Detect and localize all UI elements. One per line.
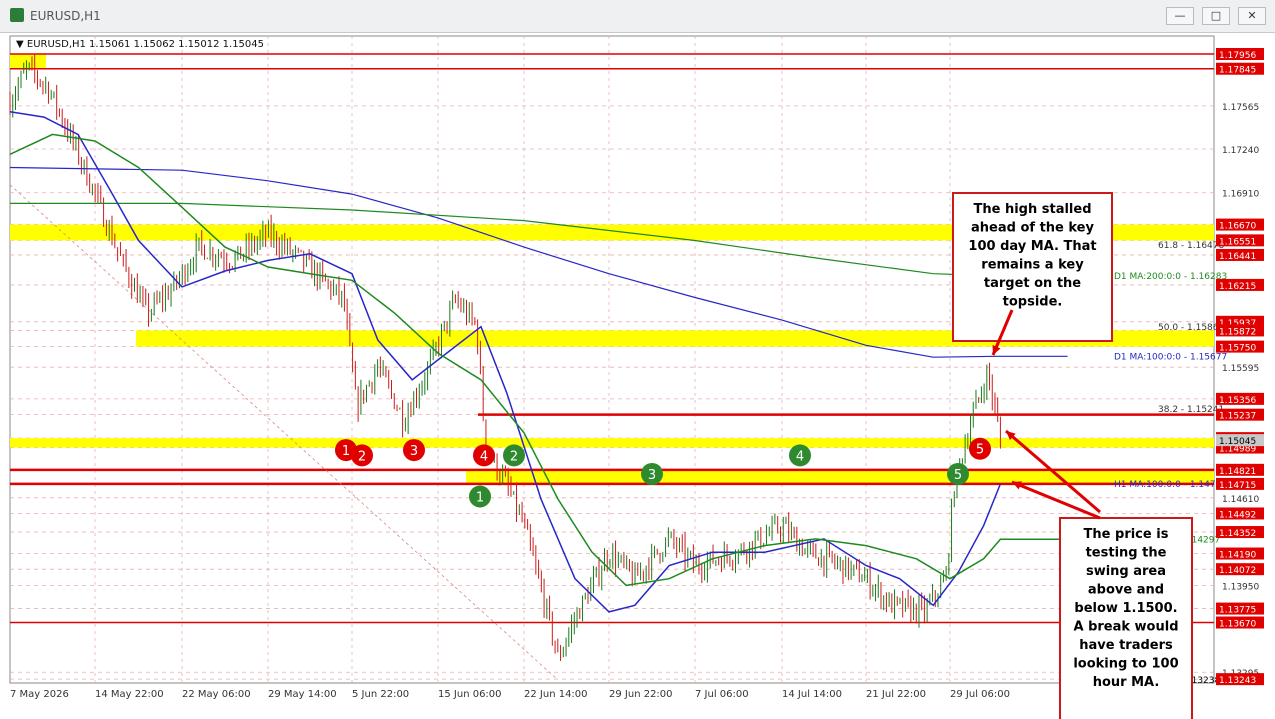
marker-number: 3 [648, 468, 656, 483]
price-axis-label: 1.16551 [1219, 237, 1256, 247]
swing-marker-green-4: 4 [789, 444, 811, 467]
annotation-bottom-line: have traders [1079, 638, 1173, 653]
price-axis-label: 1.17956 [1219, 51, 1256, 61]
symbol-info: ▼ EURUSD,H1 1.15061 1.15062 1.15012 1.15… [16, 39, 264, 50]
support-resistance-zone [10, 54, 46, 69]
time-axis-label: 29 Jul 06:00 [950, 689, 1010, 700]
annotation-top-line: 100 day MA. That [968, 239, 1096, 254]
annotation-top-line: remains a key [981, 258, 1084, 273]
price-axis-label: 1.13775 [1219, 606, 1256, 616]
swing-marker-red-5: 5 [969, 437, 991, 460]
support-resistance-zone [466, 469, 1214, 484]
ma-value-label: D1 MA:100:0:0 - 1.15677 [1114, 352, 1227, 362]
swing-marker-green-2: 2 [503, 444, 525, 467]
time-axis-label: 29 May 14:00 [268, 689, 337, 700]
swing-marker-green-3: 3 [641, 462, 663, 485]
window-titlebar: EURUSD,H1 — □ ✕ [0, 0, 1275, 33]
price-axis-label: 1.14610 [1222, 495, 1259, 505]
marker-number: 4 [796, 449, 804, 464]
price-axis-label: 1.13670 [1219, 620, 1256, 630]
swing-marker-green-5: 5 [947, 462, 969, 485]
price-axis-label: 1.16441 [1219, 252, 1256, 262]
annotation-top-line: target on the [984, 276, 1081, 291]
marker-number: 1 [476, 490, 484, 505]
marker-number: 3 [410, 444, 418, 459]
marker-number: 4 [480, 449, 488, 464]
marker-number: 5 [976, 443, 984, 458]
price-axis-label: 1.16670 [1219, 222, 1256, 232]
price-axis-label: 1.16215 [1219, 282, 1256, 292]
time-axis-label: 21 Jul 22:00 [866, 689, 926, 700]
annotation-bottom-line: hour MA. [1093, 675, 1160, 690]
price-axis-label: 1.14821 [1219, 467, 1256, 477]
plot-area [9, 35, 1215, 684]
annotation-bottom-line: The price is [1084, 527, 1169, 542]
fib-level-label: 50.0 - 1.15860 [1158, 323, 1224, 333]
price-axis-label: 1.13243 [1219, 676, 1256, 686]
price-axis-label: 1.15750 [1219, 344, 1256, 354]
price-axis-label: 1.14190 [1219, 551, 1256, 561]
price-axis-label: 1.15356 [1219, 396, 1256, 406]
minimize-icon[interactable]: — [1166, 7, 1194, 25]
time-axis-label: 15 Jun 06:00 [438, 689, 502, 700]
price-axis-label: 1.14352 [1219, 529, 1256, 539]
price-axis-label: 1.16910 [1222, 190, 1259, 200]
price-chart[interactable]: 61.8 - 1.16478 50.0 - 1.15860 38.2 - 1.152… [0, 32, 1275, 719]
swing-marker-red-2: 2 [351, 444, 373, 467]
ma-value-label: D1 MA:200:0:0 - 1.16283 [1114, 272, 1227, 282]
marker-number: 5 [954, 468, 962, 483]
marker-number: 1 [342, 444, 350, 459]
swing-marker-red-4: 4 [473, 444, 495, 467]
close-icon[interactable]: ✕ [1238, 7, 1266, 25]
price-axis-label: 1.15237 [1219, 412, 1256, 422]
annotation-bottom-line: below 1.1500. [1074, 601, 1177, 616]
time-axis-label: 7 May 2026 [10, 689, 69, 700]
swing-marker-green-1: 1 [469, 485, 491, 508]
maximize-icon[interactable]: □ [1202, 7, 1230, 25]
time-axis-label: 22 May 06:00 [182, 689, 251, 700]
price-axis-label: 1.15595 [1222, 364, 1259, 374]
swing-marker-red-3: 3 [403, 439, 425, 462]
annotation-top-line: topside. [1003, 295, 1063, 310]
time-axis-label: 14 Jul 14:00 [782, 689, 842, 700]
window-title: EURUSD,H1 [30, 9, 101, 23]
fib-level-label: 38.2 - 1.15241 [1158, 405, 1224, 415]
price-axis-label: 1.14492 [1219, 510, 1256, 520]
annotation-bottom-line: A break would [1073, 620, 1178, 635]
support-resistance-zone [10, 438, 1214, 448]
marker-number: 2 [358, 449, 366, 464]
ma-value-label: H1 MA:100:0:0 - 1.14715 [1114, 480, 1227, 490]
annotation-bottom-line: testing the [1086, 546, 1167, 561]
time-axis-label: 5 Jun 22:00 [352, 689, 409, 700]
price-axis-label: 1.17845 [1219, 66, 1256, 76]
annotation-top-line: ahead of the key [971, 221, 1094, 236]
price-axis-label: 1.17240 [1222, 146, 1259, 156]
annotation-top-line: The high stalled [973, 202, 1091, 217]
price-axis-label: 1.13950 [1222, 582, 1259, 592]
annotation-bottom-line: above and [1088, 583, 1164, 598]
annotation-bottom-line: looking to 100 [1073, 657, 1178, 672]
time-axis-label: 29 Jun 22:00 [609, 689, 673, 700]
time-axis-label: 14 May 22:00 [95, 689, 164, 700]
time-axis-label: 22 Jun 14:00 [524, 689, 588, 700]
chart-window-icon [10, 8, 24, 22]
time-axis-label: 7 Jul 06:00 [695, 689, 749, 700]
fib-level-label: 61.8 - 1.16478 [1158, 241, 1224, 251]
price-axis-label: 1.17565 [1222, 103, 1259, 113]
current-price-label: 1.15045 [1219, 437, 1256, 447]
price-axis-label: 1.15872 [1219, 327, 1256, 337]
marker-number: 2 [510, 449, 518, 464]
price-axis-label: 1.14715 [1219, 481, 1256, 491]
price-axis-label: 1.14072 [1219, 566, 1256, 576]
annotation-bottom-line: swing area [1086, 564, 1166, 579]
